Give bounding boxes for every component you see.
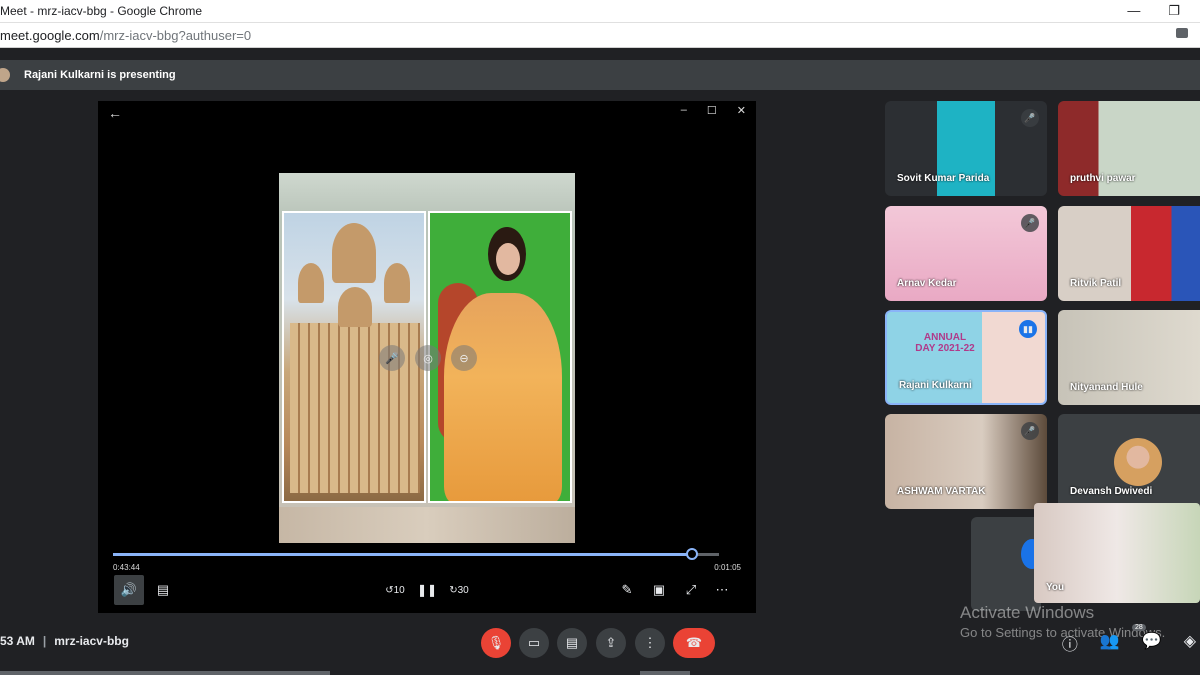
window-title: Meet - mrz-iacv-bbg - Google Chrome [0,4,203,18]
camera-off-icon[interactable]: ◎ [415,345,441,371]
address-bar[interactable]: meet.google.com/mrz-iacv-bbg?authuser=0 [0,22,1200,48]
mic-toggle-button[interactable]: 🎙 [481,628,511,658]
participant-name: pruthvi pawar [1070,173,1136,184]
end-time: 0:01:05 [714,563,741,572]
url-host: meet.google.com [0,27,100,43]
meeting-time: 53 AM [0,634,35,648]
meeting-details-icon[interactable]: ⓘ [1062,631,1078,655]
participant-tile[interactable]: ANNUAL DAY 2021-22 ▮▮ Rajani Kulkarni [885,310,1047,405]
overlay-controls: 🎤 ◎ ⊖ [379,345,477,371]
more-options-button[interactable]: ⋮ [635,628,665,658]
participant-tile[interactable]: pruthvi pawar [1058,101,1200,196]
meeting-code: mrz-iacv-bbg [54,634,129,648]
captions-button[interactable]: ▤ [557,628,587,658]
meeting-info: 53 AM | mrz-iacv-bbg [0,634,129,648]
speaking-indicator-icon: ▮▮ [1019,320,1037,338]
participant-name: Nityanand Hule [1070,382,1143,393]
restore-window-button[interactable]: ❐ [1168,0,1180,22]
participant-tile[interactable]: 🎤 ASHWAM VARTAK [885,414,1047,509]
leave-call-button[interactable]: ☎ [673,628,715,658]
progress-handle[interactable] [685,548,698,560]
activities-icon[interactable]: ◈ [1184,631,1196,655]
camera-toggle-button[interactable]: ▭ [519,628,549,658]
progress-fill [113,553,692,556]
presentation-stage: ← – ☐ ✕ 🎤 ◎ ⊖ 0:43:44 0:01:05 🔊 ▤ ↺ 10 ❚… [98,101,756,613]
participant-tile[interactable]: Nityanand Hule [1058,310,1200,405]
participant-tile[interactable]: 🎤 Arnav Kedar [885,206,1047,301]
chat-icon[interactable]: 💬 [1142,631,1162,655]
rewind-icon[interactable]: ↺ 10 [382,575,408,605]
participant-tile[interactable] [971,517,1043,611]
hang-up-icon: ☎ [685,635,703,650]
annual-day-banner: ANNUAL DAY 2021-22 [915,332,975,354]
more-vert-icon: ⋮ [643,635,657,650]
participant-name: Ritvik Patil [1070,278,1122,289]
participant-name: Arnav Kedar [897,278,957,289]
forward-icon[interactable]: ↻ 30 [446,575,472,605]
bottom-scroll-strip [640,671,690,675]
mic-off-icon: 🎙 [487,635,505,650]
participant-name: Sovit Kumar Parida [897,173,990,184]
mic-off-icon: 🎤 [1021,109,1039,127]
participant-tile[interactable]: Ritvik Patil [1058,206,1200,301]
player-minimize-button[interactable]: – [681,104,687,117]
present-button[interactable]: ⇪ [596,628,626,658]
player-maximize-button[interactable]: ☐ [707,104,717,117]
mic-off-icon: 🎤 [1021,422,1039,440]
presenting-text: Rajani Kulkarni is presenting [24,69,176,81]
more-options-icon[interactable]: ⋯ [710,575,734,605]
picture-in-picture-icon[interactable]: ▣ [647,575,671,605]
people-icon[interactable]: 👥 [1100,631,1120,655]
self-view[interactable]: You [1034,503,1200,603]
participant-tile[interactable]: Devansh Dwivedi [1058,414,1200,509]
camera-in-use-icon[interactable] [1176,28,1188,38]
participant-name: Rajani Kulkarni [899,380,972,391]
participant-name: Devansh Dwivedi [1070,486,1153,497]
back-arrow-icon[interactable]: ← [108,105,122,121]
remove-icon[interactable]: ⊖ [451,345,477,371]
captions-icon: ▤ [565,635,579,650]
self-view-label: You [1046,582,1065,593]
presenting-bar: Rajani Kulkarni is presenting [0,60,1200,90]
rewind-seconds: 10 [393,584,405,596]
participant-name: ASHWAM VARTAK [897,486,986,497]
progress-bar[interactable] [113,548,719,560]
present-screen-icon: ⇪ [605,635,617,650]
presenter-avatar [0,68,10,82]
url-path: /mrz-iacv-bbg?authuser=0 [99,27,252,43]
browser-titlebar: Meet - mrz-iacv-bbg - Google Chrome — ❐ [0,0,1200,22]
fullscreen-icon[interactable]: ⤢ [679,575,703,605]
mic-off-icon: 🎤 [1021,214,1039,232]
people-count-badge: 28 [1132,624,1146,631]
activate-windows-title: Activate Windows [960,603,1095,622]
pause-icon[interactable]: ❚❚ [414,575,440,605]
participant-tile[interactable]: 🎤 Sovit Kumar Parida [885,101,1047,196]
participant-avatar [1114,438,1162,486]
minimize-window-button[interactable]: — [1127,0,1140,22]
player-close-button[interactable]: ✕ [737,104,746,117]
captions-icon[interactable]: ▤ [150,575,176,605]
pen-icon[interactable]: ✎ [615,575,639,605]
video-frame[interactable]: 🎤 ◎ ⊖ [279,173,575,543]
forward-seconds: 30 [457,584,469,596]
camera-icon: ▭ [527,635,541,650]
mic-off-icon[interactable]: 🎤 [379,345,405,371]
side-panel-buttons: ⓘ 👥 💬 ◈ [1062,631,1196,655]
volume-icon[interactable]: 🔊 [114,575,144,605]
bottom-scroll-strip [0,671,330,675]
current-time: 0:43:44 [113,563,140,572]
